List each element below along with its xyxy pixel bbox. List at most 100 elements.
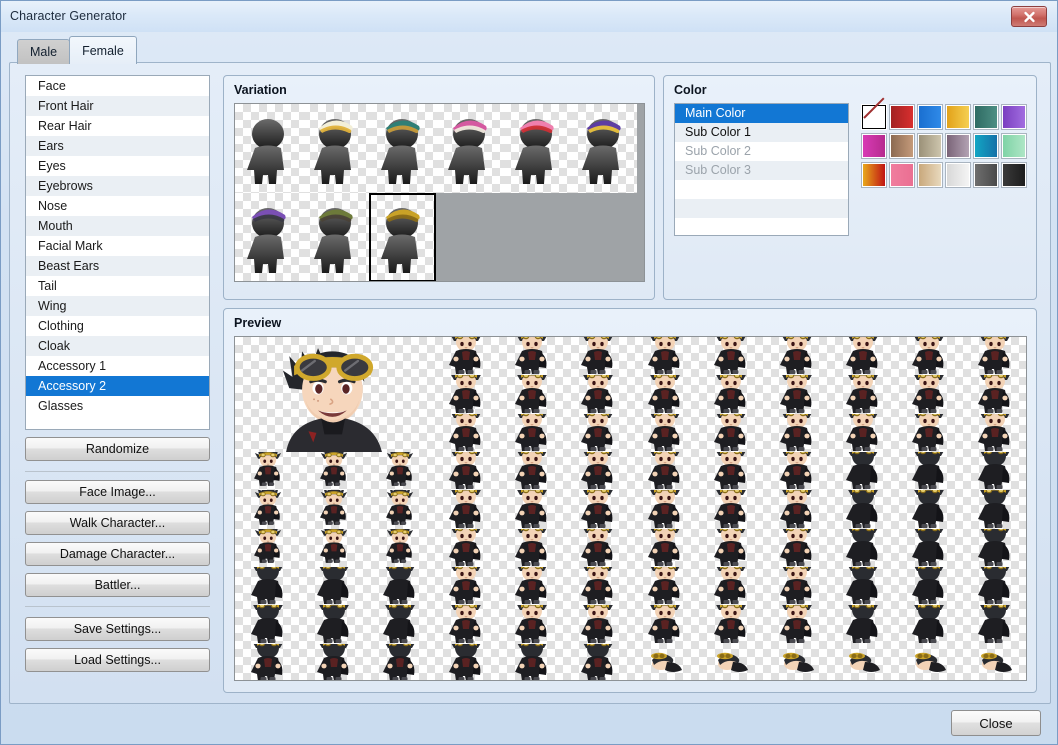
color-swatch-gray[interactable] bbox=[973, 161, 999, 188]
parts-list-item-eyebrows[interactable]: Eyebrows bbox=[26, 176, 209, 196]
preview-sprite-front-c bbox=[962, 337, 1026, 375]
parts-list-item-eyes[interactable]: Eyes bbox=[26, 156, 209, 176]
color-swatch-mauve[interactable] bbox=[945, 132, 971, 159]
close-button[interactable]: Close bbox=[951, 710, 1041, 736]
parts-list-item-clothing[interactable]: Clothing bbox=[26, 316, 209, 336]
parts-list-item-accessory-1[interactable]: Accessory 1 bbox=[26, 356, 209, 376]
preview-sprite-front-a bbox=[433, 413, 499, 452]
preview-sprite-lie-a bbox=[632, 644, 698, 680]
preview-sprite-front-c bbox=[764, 413, 830, 452]
tab-page-female: Face Front Hair Rear Hair Ears Eyes Eyeb… bbox=[9, 62, 1051, 704]
parts-list-item-beast-ears[interactable]: Beast Ears bbox=[26, 256, 209, 276]
variation-grid[interactable] bbox=[234, 103, 645, 282]
parts-list-item-facial-mark[interactable]: Facial Mark bbox=[26, 236, 209, 256]
preview-sprite-front-a bbox=[830, 337, 896, 375]
color-swatch-gold[interactable] bbox=[945, 103, 971, 130]
variation-cell-purple-sun-hat[interactable] bbox=[570, 104, 637, 193]
preview-sprite-front-b bbox=[499, 490, 565, 528]
parts-list-item-cloak[interactable]: Cloak bbox=[26, 336, 209, 356]
preview-sprite-back-a bbox=[830, 528, 896, 567]
color-swatch-fire-red[interactable] bbox=[861, 161, 887, 188]
parts-list-item-wing[interactable]: Wing bbox=[26, 296, 209, 316]
color-swatch-blue[interactable] bbox=[917, 103, 943, 130]
variation-cell-gold-goggles[interactable] bbox=[369, 193, 436, 281]
preview-sprite-front-a bbox=[632, 490, 698, 528]
color-swatch-silver[interactable] bbox=[945, 161, 971, 188]
parts-list-item-rear-hair[interactable]: Rear Hair bbox=[26, 116, 209, 136]
face-image-button[interactable]: Face Image... bbox=[25, 480, 210, 504]
preview-sprite-lie-b bbox=[698, 644, 764, 680]
preview-sprite-front-a bbox=[433, 452, 499, 490]
walk-character-button[interactable]: Walk Character... bbox=[25, 511, 210, 535]
parts-list-item-tail[interactable]: Tail bbox=[26, 276, 209, 296]
color-swatch-magenta[interactable] bbox=[861, 132, 887, 159]
color-swatch-grid[interactable] bbox=[860, 102, 1028, 237]
preview-sprite-front-c bbox=[565, 567, 631, 605]
color-swatch-red[interactable] bbox=[889, 103, 915, 130]
color-swatch-tan[interactable] bbox=[917, 161, 943, 188]
preview-sprite-front-b bbox=[698, 528, 764, 567]
parts-list-item-accessory-2[interactable]: Accessory 2 bbox=[26, 376, 209, 396]
preview-sprite-back-b bbox=[896, 490, 962, 528]
preview-sprite-front-b bbox=[499, 567, 565, 605]
preview-sprite-front-b bbox=[896, 337, 962, 375]
variation-cell-olive-headset[interactable] bbox=[302, 193, 369, 281]
preview-sprite-front-b bbox=[698, 605, 764, 643]
save-settings-button[interactable]: Save Settings... bbox=[25, 617, 210, 641]
tab-male[interactable]: Male bbox=[17, 39, 71, 64]
variation-cell-white-hairclip[interactable] bbox=[302, 104, 369, 193]
color-swatch-pink[interactable] bbox=[889, 161, 915, 188]
color-swatch-mint[interactable] bbox=[1001, 132, 1027, 159]
parts-list-item-ears[interactable]: Ears bbox=[26, 136, 209, 156]
color-swatch-black[interactable] bbox=[1001, 161, 1027, 188]
color-row-sub-color-1[interactable]: Sub Color 1 bbox=[675, 123, 848, 142]
parts-list[interactable]: Face Front Hair Rear Hair Ears Eyes Eyeb… bbox=[25, 75, 210, 430]
preview-sprite-front-b bbox=[698, 337, 764, 375]
preview-sprite-front-a bbox=[632, 528, 698, 567]
preview-sprite-front-a bbox=[433, 567, 499, 605]
color-channel-list[interactable]: Main Color Sub Color 1 Sub Color 2 Sub C… bbox=[674, 103, 849, 236]
preview-sprite-front-c bbox=[764, 605, 830, 643]
preview-sprite-back-b bbox=[301, 567, 367, 605]
color-swatch-none[interactable] bbox=[862, 104, 886, 129]
variation-cell-rose-flower-hat[interactable] bbox=[503, 104, 570, 193]
randomize-button[interactable]: Randomize bbox=[25, 437, 210, 461]
parts-list-item-face[interactable]: Face bbox=[26, 76, 209, 96]
swatch-slot-none bbox=[860, 102, 888, 131]
variation-cell-pink-bonnet[interactable] bbox=[436, 104, 503, 193]
preview-sprite-back-a bbox=[830, 490, 896, 528]
color-row-sub-color-2[interactable]: Sub Color 2 bbox=[675, 142, 848, 161]
parts-list-filler-a bbox=[26, 416, 209, 429]
parts-list-item-glasses[interactable]: Glasses bbox=[26, 396, 209, 416]
swatch-slot-silver bbox=[944, 160, 972, 189]
variation-cell-none[interactable] bbox=[235, 104, 302, 193]
variation-cell-teal-witch-hat[interactable] bbox=[369, 104, 436, 193]
damage-character-button[interactable]: Damage Character... bbox=[25, 542, 210, 566]
preview-canvas[interactable] bbox=[234, 336, 1027, 681]
parts-list-item-mouth[interactable]: Mouth bbox=[26, 216, 209, 236]
window-close-button[interactable] bbox=[1011, 6, 1047, 27]
color-row-sub-color-3[interactable]: Sub Color 3 bbox=[675, 161, 848, 180]
variation-cell-purple-ribbon[interactable] bbox=[235, 193, 302, 281]
preview-sprite-front-c bbox=[565, 605, 631, 643]
preview-sprite-front-a bbox=[632, 452, 698, 490]
color-swatch-brown[interactable] bbox=[889, 132, 915, 159]
swatch-slot-purple bbox=[1000, 102, 1028, 131]
color-row-main-color[interactable]: Main Color bbox=[675, 104, 848, 123]
preview-sprite-front-b bbox=[698, 413, 764, 452]
color-swatch-teal[interactable] bbox=[973, 103, 999, 130]
preview-sprite-back-c bbox=[962, 490, 1026, 528]
preview-sprite-lie-b bbox=[896, 644, 962, 680]
swatch-slot-khaki bbox=[916, 131, 944, 160]
color-swatch-purple[interactable] bbox=[1001, 103, 1027, 130]
preview-sprite-front-a bbox=[830, 413, 896, 452]
color-swatch-cyan[interactable] bbox=[973, 132, 999, 159]
battler-button[interactable]: Battler... bbox=[25, 573, 210, 597]
tab-female[interactable]: Female bbox=[69, 36, 137, 64]
load-settings-button[interactable]: Load Settings... bbox=[25, 648, 210, 672]
parts-list-item-nose[interactable]: Nose bbox=[26, 196, 209, 216]
preview-sprite-front-c bbox=[565, 337, 631, 375]
preview-sprite-lie-a bbox=[830, 644, 896, 680]
parts-list-item-front-hair[interactable]: Front Hair bbox=[26, 96, 209, 116]
color-swatch-khaki[interactable] bbox=[917, 132, 943, 159]
